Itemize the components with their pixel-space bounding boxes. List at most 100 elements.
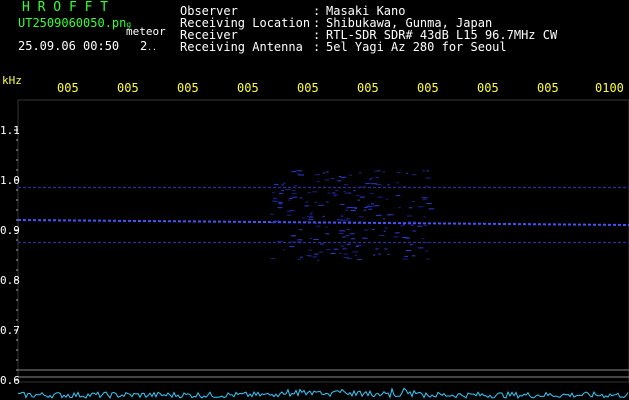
- meteor-burst-pixel: [367, 204, 370, 206]
- meteor-burst-pixel: [369, 192, 374, 194]
- meteor-burst-pixel: [330, 253, 336, 254]
- meteor-burst-pixel: [387, 184, 390, 186]
- meteor-burst-pixel: [383, 230, 386, 232]
- meteor-burst-pixel: [290, 241, 296, 243]
- meteor-burst-pixel: [357, 199, 361, 201]
- info-value-antenna: 5el Yagi Az 280 for Seoul: [326, 40, 507, 54]
- x-tick-label: 005: [537, 82, 559, 94]
- meteor-burst-pixel: [354, 254, 357, 256]
- meteor-burst-pixel: [411, 174, 417, 176]
- meteor-burst-pixel: [333, 248, 339, 250]
- plot-frame: [17, 99, 629, 383]
- meteor-burst-pixel: [276, 240, 283, 242]
- info-colon: :: [313, 40, 321, 54]
- meteor-burst-pixel: [373, 254, 376, 256]
- meteor-burst-pixel: [302, 217, 306, 219]
- meteor-burst-pixel: [278, 203, 283, 205]
- meteor-burst-pixel: [413, 221, 416, 223]
- meteor-burst-pixel: [397, 232, 400, 234]
- meteor-burst-pixel: [374, 170, 377, 172]
- meteor-burst-pixel: [313, 256, 318, 258]
- meteor-burst-pixel: [402, 186, 407, 188]
- meteor-burst-pixel: [404, 255, 408, 257]
- meteor-burst-pixel: [299, 197, 302, 199]
- meteor-burst-pixel: [426, 258, 430, 260]
- meteor-burst-pixel: [384, 227, 388, 229]
- meteor-burst-pixel: [292, 196, 297, 198]
- meteor-burst-pixel: [350, 210, 356, 211]
- y-tick-label: 0.7: [0, 324, 20, 337]
- meteor-burst-pixel: [396, 182, 400, 184]
- meteor-burst-pixel: [402, 224, 405, 226]
- y-tick-label: 0.8: [0, 274, 20, 287]
- y-tick-label: 0.9: [0, 224, 20, 237]
- meteor-burst-pixel: [291, 171, 297, 173]
- meteor-burst-pixel: [393, 236, 399, 238]
- meteor-burst-pixel: [316, 225, 321, 227]
- meteor-burst-pixel: [281, 190, 284, 191]
- meteor-burst-pixel: [309, 213, 312, 215]
- meteor-burst-pixel: [338, 233, 344, 235]
- meteor-count: 2..: [140, 39, 157, 53]
- meteor-burst-pixel: [345, 209, 349, 211]
- meteor-burst-pixel: [426, 203, 432, 204]
- meteor-burst-pixel: [387, 253, 390, 255]
- meteor-burst-pixel: [377, 170, 380, 172]
- meteor-burst-pixel: [340, 176, 347, 178]
- meteor-burst-pixel: [297, 258, 302, 260]
- meteor-burst-pixel: [371, 205, 377, 207]
- meteor-burst-pixel: [291, 190, 296, 192]
- meteor-burst-pixel: [314, 222, 317, 224]
- meteor-burst-pixel: [292, 193, 297, 195]
- meteor-burst-pixel: [327, 192, 331, 194]
- x-tick-label: 005: [117, 82, 139, 94]
- meteor-burst-pixel: [300, 256, 303, 258]
- meteor-burst-pixel: [422, 199, 427, 201]
- meteor-burst-pixel: [418, 206, 424, 208]
- meteor-burst-pixel: [371, 228, 375, 230]
- meteor-burst-pixel: [352, 251, 359, 253]
- meteor-burst-pixel: [340, 219, 343, 221]
- meteor-burst-pixel: [326, 249, 331, 251]
- meteor-burst-pixel: [355, 195, 360, 197]
- meteor-burst-pixel: [351, 207, 357, 209]
- meteor-burst-pixel: [408, 221, 412, 223]
- meteor-burst-pixel: [423, 224, 428, 226]
- x-tick-label: 005: [477, 82, 499, 94]
- meteor-burst-pixel: [340, 245, 344, 247]
- meteor-burst-pixel: [343, 253, 349, 255]
- meteor-burst-pixel: [377, 196, 383, 198]
- meteor-burst-pixel: [400, 225, 405, 227]
- meteor-burst-pixel: [378, 235, 385, 236]
- meteor-burst-pixel: [375, 176, 380, 178]
- signal-line: [17, 219, 629, 226]
- meteor-burst-pixel: [322, 172, 326, 174]
- x-tick-label: 005: [357, 82, 379, 94]
- meteor-burst-pixel: [359, 196, 365, 198]
- meteor-burst-pixel: [306, 220, 311, 222]
- meteor-burst-pixel: [425, 186, 429, 187]
- meteor-burst-pixel: [306, 255, 310, 256]
- meteor-burst-pixel: [343, 257, 349, 258]
- meteor-burst-pixel: [346, 229, 351, 230]
- meteor-burst-pixel: [403, 237, 409, 239]
- meteor-burst-pixel: [349, 233, 355, 235]
- meteor-burst-pixel: [297, 173, 300, 175]
- meteor-burst-pixel: [411, 255, 416, 257]
- meteor-burst-pixel: [273, 197, 278, 199]
- meteor-burst-pixel: [417, 225, 423, 227]
- meteor-burst-pixel: [396, 172, 401, 174]
- meteor-burst-pixel: [318, 251, 324, 253]
- power-trace: [17, 386, 629, 400]
- meteor-burst-pixel: [425, 177, 431, 179]
- meteor-burst-pixel: [428, 208, 435, 210]
- x-tick-label: 005: [177, 82, 199, 94]
- timestamp: 25.09.06 00:50: [18, 39, 120, 53]
- meteor-burst-pixel: [334, 190, 339, 192]
- meteor-burst-pixel: [296, 170, 303, 172]
- meteor-burst-pixel: [344, 192, 350, 194]
- meteor-burst-pixel: [336, 218, 340, 220]
- meteor-burst-pixel: [375, 214, 382, 216]
- meteor-burst-pixel: [375, 248, 379, 250]
- meteor-burst-pixel: [282, 249, 285, 251]
